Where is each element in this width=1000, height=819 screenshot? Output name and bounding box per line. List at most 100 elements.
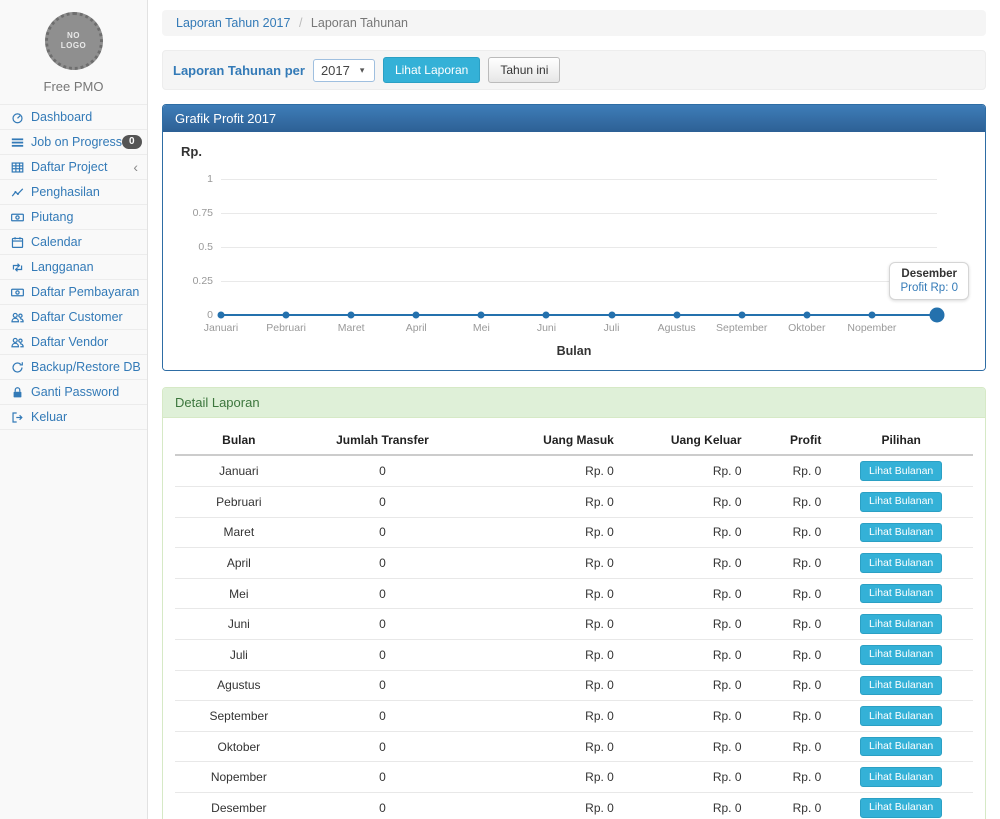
lihat-bulanan-button[interactable]: Lihat Bulanan [860,523,942,543]
lihat-bulanan-button[interactable]: Lihat Bulanan [860,645,942,665]
chart-data-point-juni[interactable] [543,312,550,319]
table-cell: Rp. 0 [462,731,622,762]
column-header-pilihan: Pilihan [829,426,973,455]
chart-data-point-nopember[interactable] [868,312,875,319]
table-header-row: BulanJumlah TransferUang MasukUang Kelua… [175,426,973,455]
table-cell: Rp. 0 [750,762,830,793]
table-cell: Juni [175,609,303,640]
lihat-bulanan-button[interactable]: Lihat Bulanan [860,553,942,573]
chart-data-point-september[interactable] [738,312,745,319]
table-cell-action: Lihat Bulanan [829,731,973,762]
table-cell: Rp. 0 [750,731,830,762]
sidebar-item-keluar[interactable]: Keluar [0,405,147,430]
table-row-pebruari: Pebruari0Rp. 0Rp. 0Rp. 0Lihat Bulanan [175,486,973,517]
breadcrumb-link-laporan-tahun[interactable]: Laporan Tahun 2017 [176,16,290,30]
users-icon [9,311,26,324]
logo-text-line1: NO [67,31,80,41]
table-cell: Rp. 0 [750,486,830,517]
table-cell: 0 [303,731,463,762]
sidebar-item-label: Daftar Customer [31,310,123,324]
lihat-bulanan-button[interactable]: Lihat Bulanan [860,461,942,481]
chart-data-point-oktober[interactable] [803,312,810,319]
profit-chart: Rp. 10.750.50.250 JanuariPebruariMaretAp… [163,132,985,370]
sidebar-item-penghasilan[interactable]: Penghasilan [0,180,147,205]
lihat-laporan-button[interactable]: Lihat Laporan [383,57,480,83]
sidebar-item-label: Calendar [31,235,82,249]
list-icon [9,136,26,149]
sidebar-item-daftar-vendor[interactable]: Daftar Vendor [0,330,147,355]
chart-data-point-juli[interactable] [608,312,615,319]
table-cell: Januari [175,455,303,486]
sidebar-item-daftar-project[interactable]: Daftar Project ‹ [0,155,147,180]
table-cell: Rp. 0 [622,578,750,609]
sidebar-item-label: Daftar Project [31,160,107,174]
sidebar-item-label: Ganti Password [31,385,119,399]
table-row-juni: Juni0Rp. 0Rp. 0Rp. 0Lihat Bulanan [175,609,973,640]
no-logo-image: NO LOGO [45,12,103,70]
chart-data-point-april[interactable] [413,312,420,319]
lihat-bulanan-button[interactable]: Lihat Bulanan [860,706,942,726]
table-cell: Nopember [175,762,303,793]
table-cell: Rp. 0 [462,609,622,640]
lihat-bulanan-button[interactable]: Lihat Bulanan [860,614,942,634]
table-cell: Rp. 0 [462,670,622,701]
table-cell-action: Lihat Bulanan [829,701,973,732]
chart-y-tick-label: 1 [175,173,213,185]
breadcrumb: Laporan Tahun 2017 / Laporan Tahunan [162,10,986,36]
table-cell-action: Lihat Bulanan [829,455,973,486]
app-name: Free PMO [8,79,139,94]
lihat-bulanan-button[interactable]: Lihat Bulanan [860,798,942,818]
chart-data-point-pebruari[interactable] [283,312,290,319]
annual-report-table: BulanJumlah TransferUang MasukUang Kelua… [175,426,973,819]
sidebar-item-label: Piutang [31,210,73,224]
column-header-bulan: Bulan [175,426,303,455]
table-cell: Rp. 0 [622,701,750,732]
sidebar-item-ganti-password[interactable]: Ganti Password [0,380,147,405]
chart-panel-title: Grafik Profit 2017 [163,105,985,132]
table-cell: 0 [303,701,463,732]
table-cell: Rp. 0 [462,578,622,609]
chart-data-point-januari[interactable] [218,312,225,319]
lihat-bulanan-button[interactable]: Lihat Bulanan [860,767,942,787]
sidebar-item-backup-restore-db[interactable]: Backup/Restore DB [0,355,147,380]
table-cell: Rp. 0 [622,609,750,640]
chart-data-point-desember[interactable] [930,308,945,323]
chart-y-tick-label: 0.5 [175,241,213,253]
lihat-bulanan-button[interactable]: Lihat Bulanan [860,737,942,757]
sidebar-item-piutang[interactable]: Piutang [0,205,147,230]
year-select[interactable]: 2017 ▾ [313,59,375,82]
chart-tooltip-value: Profit Rp: 0 [900,282,958,294]
chart-data-point-mei[interactable] [478,312,485,319]
annual-report-filter: Laporan Tahunan per 2017 ▾ Lihat Laporan… [162,50,986,90]
retweet-icon [9,261,26,274]
sidebar-item-daftar-customer[interactable]: Daftar Customer [0,305,147,330]
sidebar-item-langganan[interactable]: Langganan [0,255,147,280]
lihat-bulanan-button[interactable]: Lihat Bulanan [860,492,942,512]
logo-section: NO LOGO Free PMO [0,0,147,105]
table-cell-action: Lihat Bulanan [829,670,973,701]
table-cell: Rp. 0 [622,486,750,517]
table-cell: 0 [303,792,463,819]
sidebar-item-calendar[interactable]: Calendar [0,230,147,255]
chart-data-point-maret[interactable] [348,312,355,319]
sidebar-item-label: Daftar Vendor [31,335,108,349]
table-row-september: September0Rp. 0Rp. 0Rp. 0Lihat Bulanan [175,701,973,732]
chart-gridline [221,247,937,248]
table-cell: Maret [175,517,303,548]
chart-data-point-agustus[interactable] [673,312,680,319]
tahun-ini-button[interactable]: Tahun ini [488,57,560,83]
table-row-nopember: Nopember0Rp. 0Rp. 0Rp. 0Lihat Bulanan [175,762,973,793]
table-cell: Rp. 0 [750,548,830,579]
lihat-bulanan-button[interactable]: Lihat Bulanan [860,676,942,696]
sidebar-item-job-on-progress[interactable]: Job on Progress0 [0,130,147,155]
sidebar-menu: DashboardJob on Progress0 Daftar Project ‹… [0,105,147,430]
chevron-left-icon: ‹ [133,160,138,174]
sidebar-item-daftar-pembayaran[interactable]: Daftar Pembayaran [0,280,147,305]
lihat-bulanan-button[interactable]: Lihat Bulanan [860,584,942,604]
sidebar-item-label: Langganan [31,260,94,274]
sidebar-item-dashboard[interactable]: Dashboard [0,105,147,130]
chart-x-tick-label: Oktober [788,322,825,334]
main-content: Laporan Tahun 2017 / Laporan Tahunan Lap… [148,0,1000,819]
table-cell: 0 [303,609,463,640]
table-row-juli: Juli0Rp. 0Rp. 0Rp. 0Lihat Bulanan [175,639,973,670]
